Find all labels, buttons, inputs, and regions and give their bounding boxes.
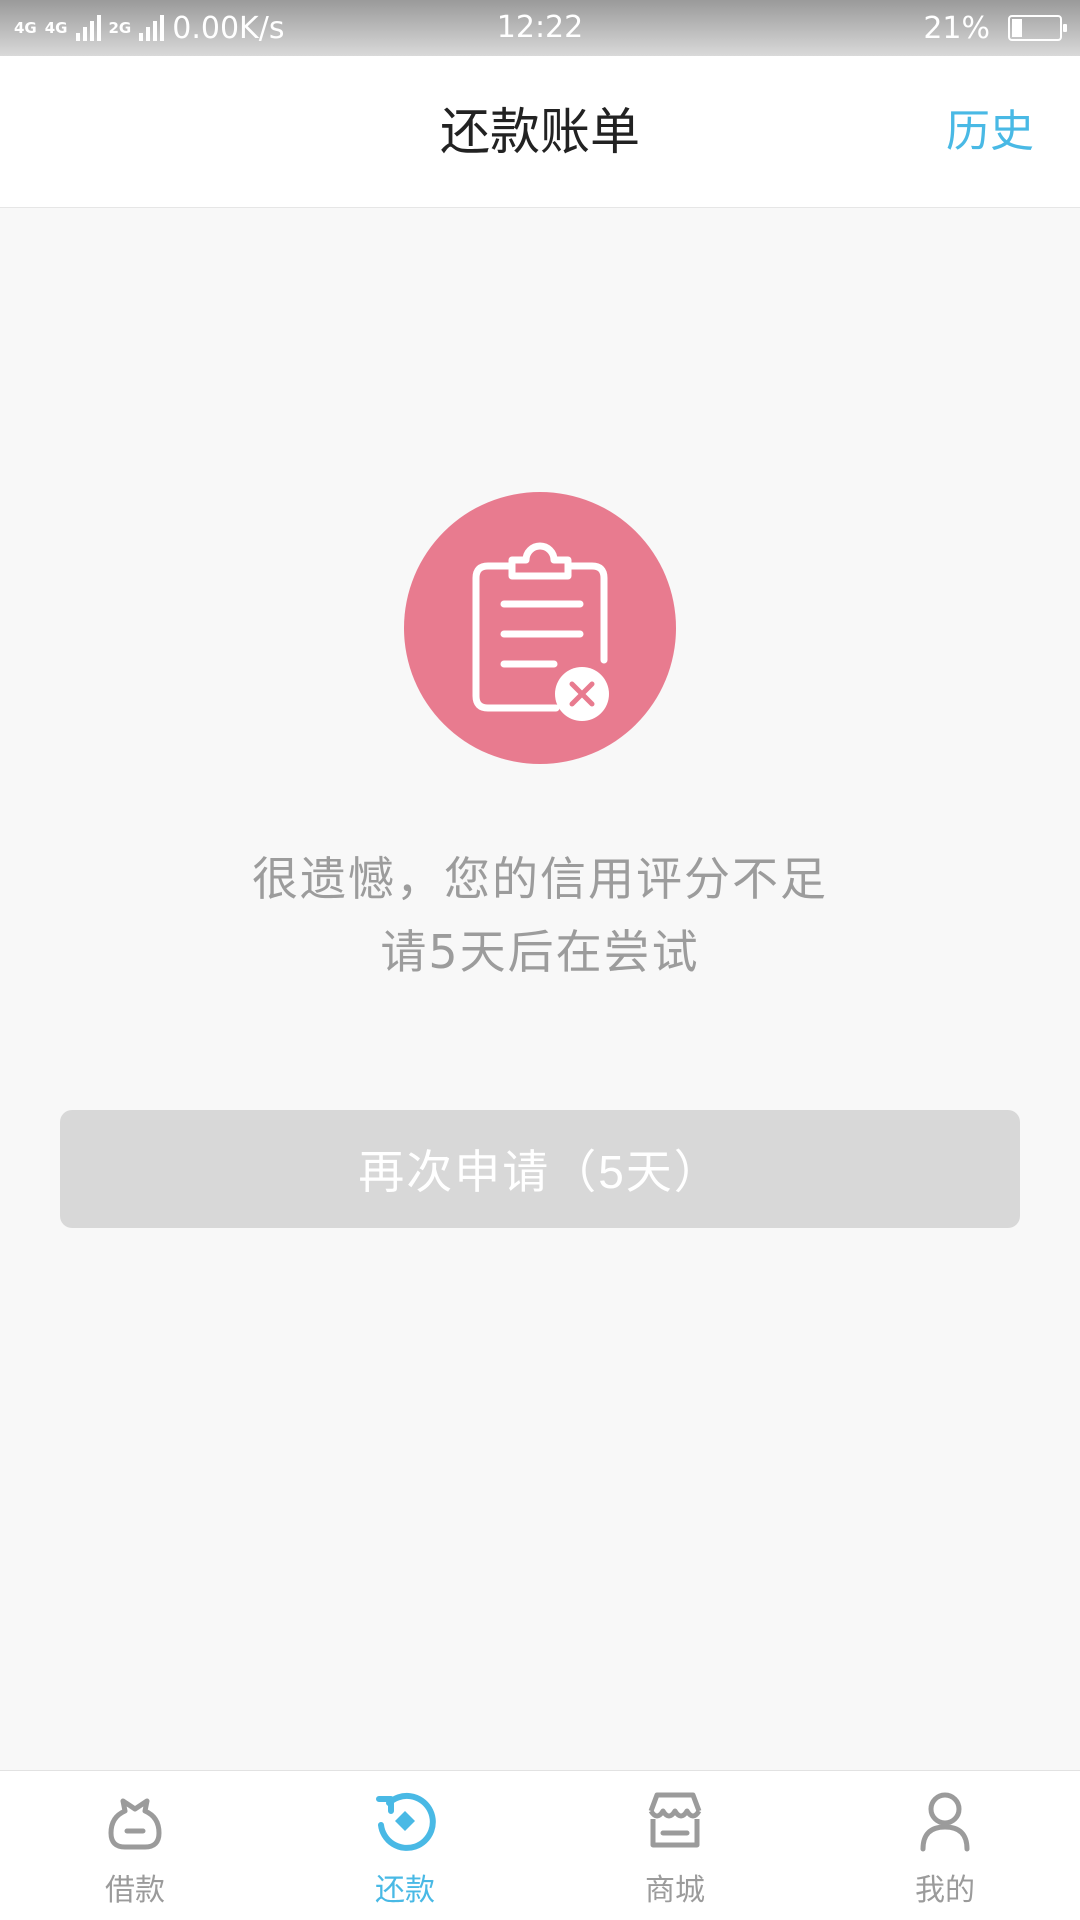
status-time: 12:22	[496, 10, 584, 45]
status-bar: 4G 4G 2G 0.00K/s 12:22 21%	[0, 0, 1080, 56]
tab-borrow[interactable]: 借款	[0, 1771, 270, 1920]
bag-icon	[108, 1798, 162, 1850]
clipboard-rejected-icon	[404, 492, 676, 764]
tab-label: 商城	[645, 1873, 705, 1908]
store-icon	[648, 1792, 702, 1848]
tab-mine[interactable]: 我的	[810, 1771, 1080, 1920]
reapply-button[interactable]: 再次申请（5天）	[60, 1110, 1020, 1228]
tab-repay[interactable]: 还款	[270, 1771, 540, 1920]
tab-label: 还款	[375, 1873, 435, 1908]
retry-hint-message: 请5天后在尝试	[380, 925, 700, 979]
rejection-message: 很遗憾，您的信用评分不足	[252, 852, 828, 906]
battery-fill	[1012, 19, 1022, 37]
user-icon	[920, 1792, 970, 1852]
tab-label: 我的	[915, 1873, 975, 1908]
header-bar: 还款账单 历史	[0, 56, 1080, 208]
bottom-tab-bar: 借款 还款 商城 我的	[0, 1770, 1080, 1920]
tab-label: 借款	[105, 1873, 165, 1908]
battery-icon	[1008, 15, 1067, 41]
status-right: 21%	[923, 0, 1067, 56]
refresh-diamond-icon	[376, 1792, 436, 1851]
history-link[interactable]: 历史	[946, 56, 1034, 208]
battery-percent: 21%	[923, 10, 990, 46]
main-content: 很遗憾，您的信用评分不足 请5天后在尝试 再次申请（5天）	[0, 208, 1080, 1770]
tab-mall[interactable]: 商城	[540, 1771, 810, 1920]
page-title: 还款账单	[440, 103, 640, 161]
